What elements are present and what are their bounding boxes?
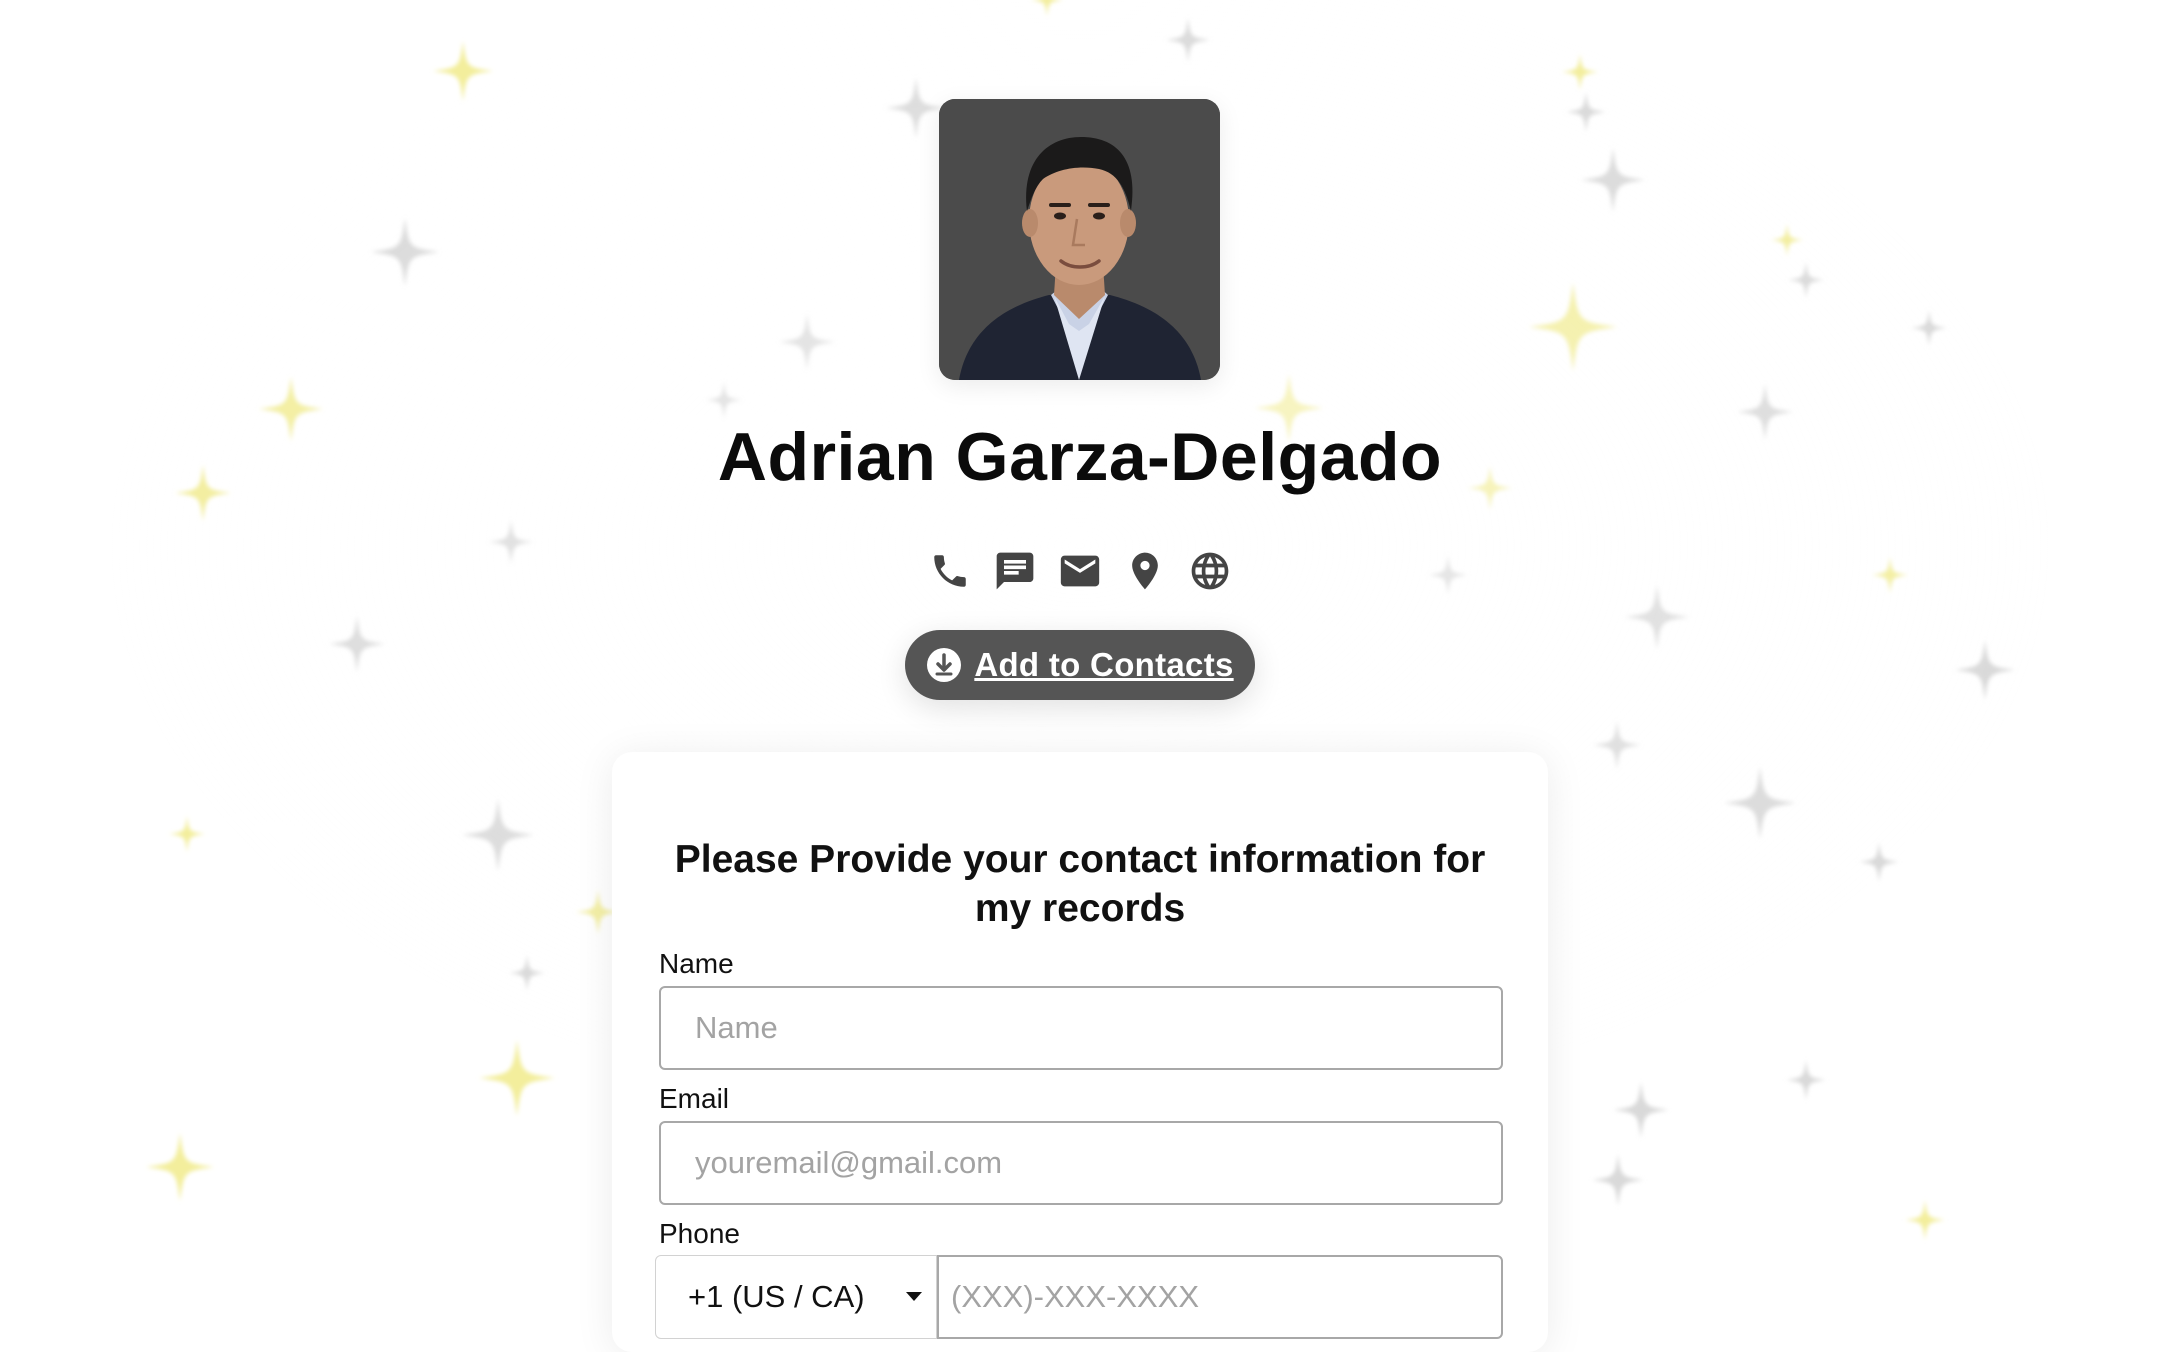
add-to-contacts-button[interactable]: Add to Contacts <box>905 630 1255 700</box>
email-field-label: Email <box>659 1083 730 1114</box>
avatar <box>939 99 1220 380</box>
add-to-contacts-label: Add to Contacts <box>974 646 1234 683</box>
location-pin-icon[interactable] <box>1120 546 1170 596</box>
message-icon[interactable] <box>990 546 1040 596</box>
phone-icon[interactable] <box>925 546 975 596</box>
phone-field-label: Phone <box>659 1218 740 1249</box>
phone-input[interactable] <box>937 1255 1503 1339</box>
profile-page: Adrian Garza-Delgado Add to Contacts Ple… <box>0 0 2160 1352</box>
email-icon[interactable] <box>1055 546 1105 596</box>
name-input[interactable] <box>659 986 1503 1070</box>
contact-action-row <box>925 546 1235 596</box>
download-icon <box>926 647 962 683</box>
avatar-photo <box>939 99 1220 380</box>
email-input[interactable] <box>659 1121 1503 1205</box>
phone-field: +1 (US / CA) <box>655 1255 1503 1339</box>
country-code-value: +1 (US / CA) <box>688 1279 865 1314</box>
country-code-select[interactable]: +1 (US / CA) <box>655 1255 937 1339</box>
form-title: Please Provide your contact information … <box>674 838 1486 930</box>
name-field-label: Name <box>659 948 734 979</box>
profile-name: Adrian Garza-Delgado <box>717 419 1443 495</box>
globe-icon[interactable] <box>1185 546 1235 596</box>
